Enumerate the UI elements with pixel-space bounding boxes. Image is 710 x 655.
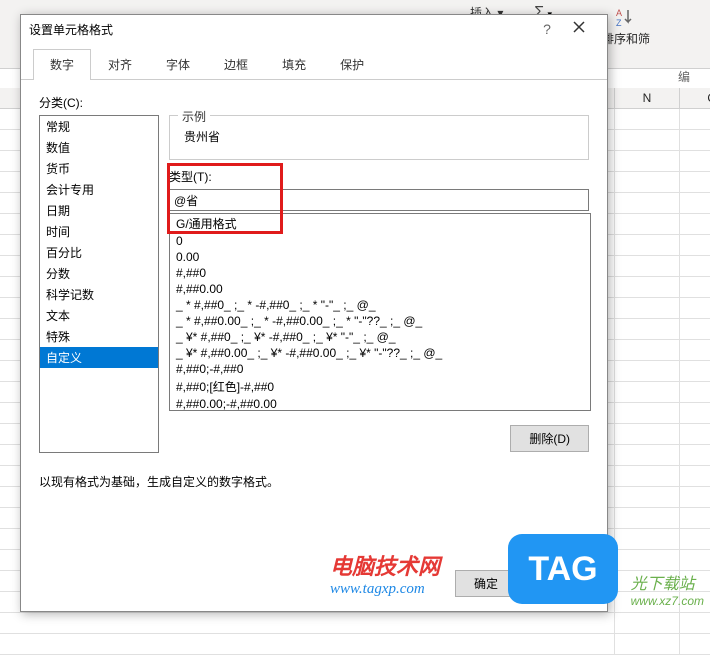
format-cells-dialog: 设置单元格格式 ? 数字 对齐 字体 边框 填充 保护 分类(C): 常规数值货… [20, 14, 608, 612]
sample-value: 贵州省 [180, 128, 578, 145]
category-item[interactable]: 货币 [40, 158, 158, 179]
sample-label: 示例 [178, 108, 210, 125]
category-item[interactable]: 会计专用 [40, 179, 158, 200]
dialog-tabs: 数字 对齐 字体 边框 填充 保护 [21, 49, 607, 80]
category-item[interactable]: 百分比 [40, 242, 158, 263]
format-item[interactable]: #,##0;[红色]-#,##0 [170, 377, 590, 396]
category-item[interactable]: 文本 [40, 305, 158, 326]
ribbon-section-label: 编 [678, 68, 690, 85]
dialog-title: 设置单元格格式 [29, 21, 535, 38]
category-item[interactable]: 自定义 [40, 347, 158, 368]
format-item[interactable]: #,##0.00 [170, 281, 590, 297]
ok-button[interactable]: 确定 [455, 570, 517, 597]
format-item[interactable]: 0.00 [170, 249, 590, 265]
grid-row[interactable] [0, 613, 710, 634]
col-header-n[interactable]: N [615, 88, 680, 108]
close-icon [573, 21, 585, 33]
format-item[interactable]: 0 [170, 233, 590, 249]
format-item[interactable]: #,##0;-#,##0 [170, 361, 590, 377]
sort-filter-icon: A Z [614, 6, 638, 30]
category-item[interactable]: 日期 [40, 200, 158, 221]
close-button[interactable] [559, 20, 599, 38]
grid-row[interactable] [0, 634, 710, 655]
category-item[interactable]: 时间 [40, 221, 158, 242]
format-listbox[interactable]: G/通用格式00.00#,##0#,##0.00_ * #,##0_ ;_ * … [169, 213, 591, 411]
tab-font[interactable]: 字体 [149, 49, 207, 79]
format-item[interactable]: _ ¥* #,##0_ ;_ ¥* -#,##0_ ;_ ¥* "-"_ ;_ … [170, 329, 590, 345]
col-header-o[interactable]: O [680, 88, 710, 108]
tab-number[interactable]: 数字 [33, 49, 91, 80]
cancel-button[interactable]: 取消 [527, 570, 589, 597]
tab-fill[interactable]: 填充 [265, 49, 323, 79]
tab-alignment[interactable]: 对齐 [91, 49, 149, 79]
format-item[interactable]: _ * #,##0.00_ ;_ * -#,##0.00_ ;_ * "-"??… [170, 313, 590, 329]
format-item[interactable]: G/通用格式 [170, 214, 590, 233]
category-item[interactable]: 分数 [40, 263, 158, 284]
tab-protection[interactable]: 保护 [323, 49, 381, 79]
category-item[interactable]: 特殊 [40, 326, 158, 347]
category-item[interactable]: 数值 [40, 137, 158, 158]
category-item[interactable]: 科学记数 [40, 284, 158, 305]
help-button[interactable]: ? [535, 21, 559, 37]
format-item[interactable]: #,##0.00;-#,##0.00 [170, 396, 590, 411]
sample-box: 示例 贵州省 [169, 115, 589, 160]
category-item[interactable]: 常规 [40, 116, 158, 137]
type-input[interactable] [169, 189, 589, 211]
type-label: 类型(T): [169, 168, 589, 185]
svg-text:Z: Z [616, 18, 622, 28]
dialog-titlebar[interactable]: 设置单元格格式 ? [21, 15, 607, 43]
sort-filter-button[interactable]: A Z 排序和筛 [602, 6, 650, 47]
tab-border[interactable]: 边框 [207, 49, 265, 79]
hint-text: 以现有格式为基础，生成自定义的数字格式。 [39, 473, 589, 490]
category-label: 分类(C): [39, 94, 589, 111]
delete-button[interactable]: 删除(D) [510, 425, 589, 452]
svg-text:A: A [616, 8, 622, 18]
format-item[interactable]: _ * #,##0_ ;_ * -#,##0_ ;_ * "-"_ ;_ @_ [170, 297, 590, 313]
category-listbox[interactable]: 常规数值货币会计专用日期时间百分比分数科学记数文本特殊自定义 [39, 115, 159, 453]
format-item[interactable]: _ ¥* #,##0.00_ ;_ ¥* -#,##0.00_ ;_ ¥* "-… [170, 345, 590, 361]
format-item[interactable]: #,##0 [170, 265, 590, 281]
